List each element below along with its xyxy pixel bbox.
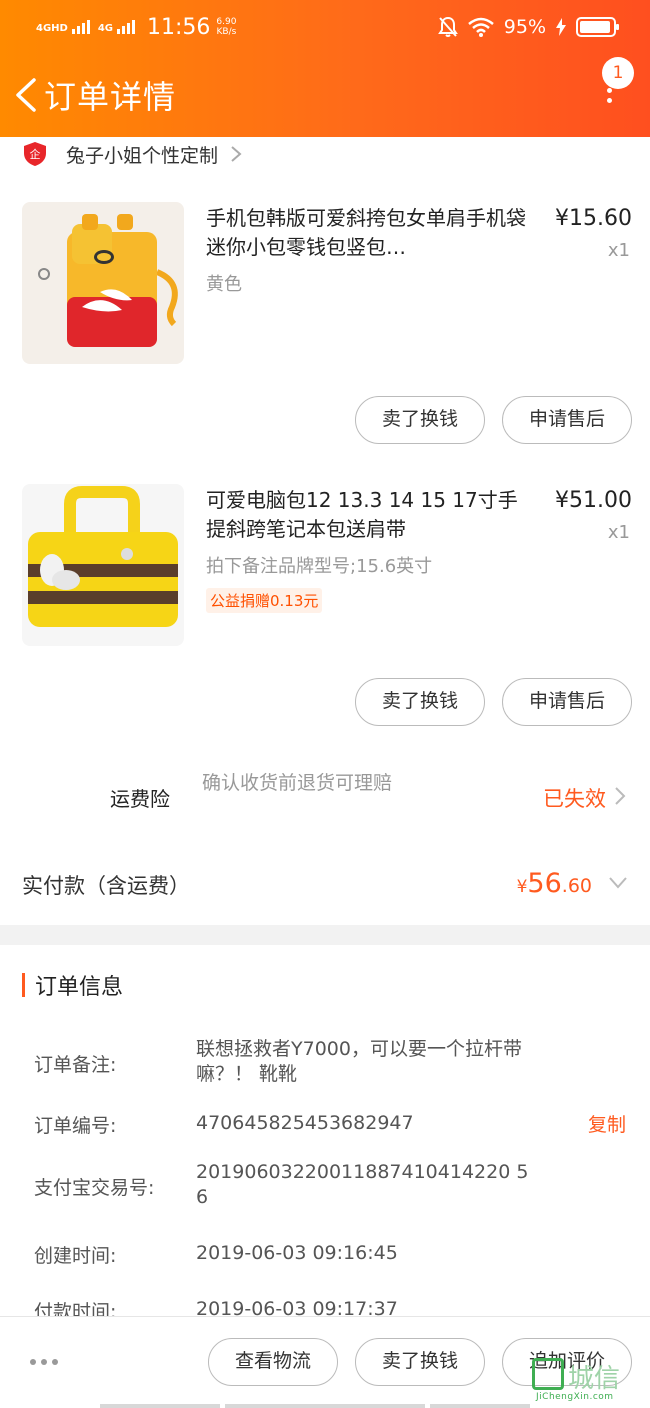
sell-button[interactable]: 卖了换钱 xyxy=(355,678,485,726)
product-qty: x1 xyxy=(607,522,630,543)
network-label-1: 4GHD xyxy=(36,23,68,34)
order-detail-page: 4GHD 4G 11:56 6.90 KB/s 95% 订单详情 1 企 兔子小… xyxy=(0,0,650,1408)
total-price: ¥56.60 xyxy=(517,868,592,899)
battery-fill xyxy=(580,21,611,33)
home-indicator xyxy=(225,1404,425,1408)
chevron-right-icon[interactable] xyxy=(614,786,626,806)
currency-symbol: ¥ xyxy=(516,877,528,897)
battery-icon xyxy=(576,17,619,37)
watermark-text: 城信 xyxy=(568,1364,621,1394)
charity-tag: 公益捐赠0.13元 xyxy=(206,588,323,613)
created-time-value: 2019-06-03 09:16:45 xyxy=(196,1242,398,1264)
more-menu-icon[interactable] xyxy=(604,88,614,112)
page-title: 订单详情 xyxy=(44,78,177,116)
total-int: 56 xyxy=(527,868,562,899)
product-price: ¥15.60 xyxy=(555,206,632,231)
shop-row[interactable]: 企 兔子小姐个性定制 xyxy=(0,137,650,171)
order-number-label: 订单编号: xyxy=(34,1115,117,1137)
total-dec: .60 xyxy=(561,875,592,897)
chevron-down-icon[interactable] xyxy=(608,876,628,890)
insurance-desc: 确认收货前退货可理赔 xyxy=(202,772,393,794)
product-image-laptop-bag[interactable] xyxy=(22,484,184,646)
after-sale-button[interactable]: 申请售后 xyxy=(502,678,632,726)
home-indicator xyxy=(100,1404,220,1408)
product-sku: 拍下备注品牌型号;15.6英寸 xyxy=(206,556,433,577)
speed-value: 6.90 xyxy=(216,17,237,27)
product-name[interactable]: 手机包韩版可爱斜挎包女单肩手机袋迷你小包零钱包竖包… xyxy=(206,204,526,262)
signal-1: 4GHD xyxy=(36,20,90,34)
network-label-2: 4G xyxy=(97,23,114,34)
alipay-trade-value: 20190603220011887410414220 56 xyxy=(196,1161,529,1208)
charging-icon xyxy=(556,18,566,36)
watermark: 城信 JiChengXin.com xyxy=(532,1358,650,1408)
signal-2: 4G xyxy=(97,20,136,34)
remark-value: 联想拯救者Y7000，可以要一个拉杆带嘛？！ 靴靴 xyxy=(196,1038,522,1085)
status-bar: 4GHD 4G 11:56 6.90 KB/s 95% xyxy=(36,10,619,44)
laptop-bag-illustration xyxy=(28,486,178,627)
section-divider xyxy=(0,925,650,945)
header: 4GHD 4G 11:56 6.90 KB/s 95% 订单详情 1 xyxy=(0,0,650,137)
view-logistics-button[interactable]: 查看物流 xyxy=(208,1338,338,1386)
product-qty: x1 xyxy=(607,240,630,261)
clock: 11:56 xyxy=(147,14,211,40)
after-sale-button[interactable]: 申请售后 xyxy=(502,396,632,444)
order-info-title: 订单信息 xyxy=(35,975,124,1000)
heading-accent-bar xyxy=(22,973,25,997)
watermark-sub: JiChengXin.com xyxy=(536,1392,614,1402)
order-number-value: 470645825453682947 xyxy=(196,1112,414,1134)
message-badge[interactable]: 1 xyxy=(602,57,634,89)
signal-bars-icon xyxy=(117,20,136,34)
wifi-icon xyxy=(467,17,494,37)
sell-button[interactable]: 卖了换钱 xyxy=(355,1338,485,1386)
insurance-status[interactable]: 已失效 xyxy=(543,783,606,813)
total-label: 实付款（含运费） xyxy=(22,874,190,898)
svg-text:企: 企 xyxy=(30,147,41,161)
alipay-trade-label: 支付宝交易号: xyxy=(34,1177,155,1199)
product-image-phone-bag[interactable] xyxy=(22,202,184,364)
copy-button[interactable]: 复制 xyxy=(588,1110,626,1137)
network-speed: 6.90 KB/s xyxy=(216,17,236,37)
watermark-logo-icon xyxy=(532,1358,564,1390)
product-sku: 黄色 xyxy=(206,274,242,295)
speed-unit: KB/s xyxy=(216,27,237,37)
enterprise-shield-icon: 企 xyxy=(24,142,46,166)
chevron-right-icon xyxy=(231,146,242,162)
phone-bag-illustration xyxy=(38,214,178,347)
product-name[interactable]: 可爱电脑包12 13.3 14 15 17寸手提斜跨笔记本包送肩带 xyxy=(206,486,526,544)
order-info-heading: 订单信息 xyxy=(22,972,124,1000)
status-right: 95% xyxy=(437,16,619,38)
product-price: ¥51.00 xyxy=(555,488,632,513)
insurance-label: 运费险 xyxy=(110,787,170,811)
mute-bell-icon xyxy=(437,16,458,37)
created-time-label: 创建时间: xyxy=(34,1245,117,1267)
back-arrow-icon[interactable] xyxy=(14,78,38,112)
battery-percent: 95% xyxy=(503,16,546,38)
home-indicator xyxy=(430,1404,530,1408)
remark-label: 订单备注: xyxy=(34,1054,117,1076)
signal-bars-icon xyxy=(71,20,90,34)
more-dots-icon[interactable] xyxy=(30,1359,58,1365)
shop-name: 兔子小姐个性定制 xyxy=(66,144,219,167)
sell-button[interactable]: 卖了换钱 xyxy=(355,396,485,444)
